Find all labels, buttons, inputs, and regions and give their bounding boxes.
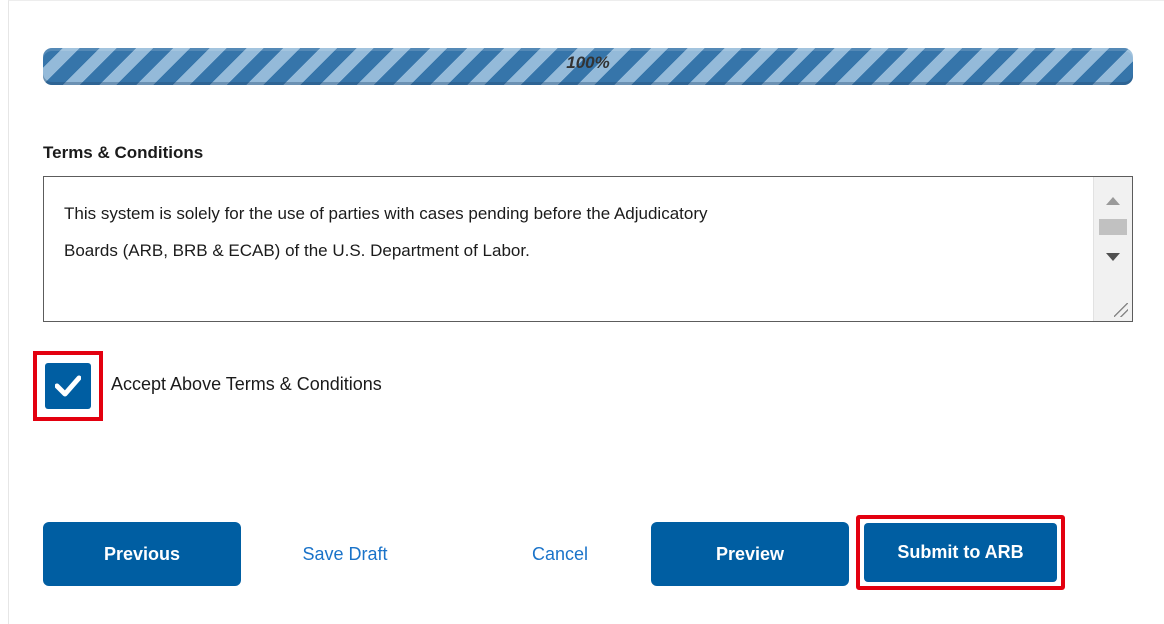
checkmark-icon: [55, 375, 81, 397]
terms-text-line: This system is solely for the use of par…: [64, 204, 708, 223]
arrow-down-icon[interactable]: [1106, 253, 1120, 261]
submit-button-highlight: Submit to ARB: [856, 515, 1065, 590]
progress-bar: 100%: [43, 48, 1133, 85]
terms-scrollbar[interactable]: [1093, 177, 1132, 321]
terms-textarea[interactable]: This system is solely for the use of par…: [43, 176, 1133, 322]
previous-button[interactable]: Previous: [43, 522, 241, 586]
terms-text: This system is solely for the use of par…: [64, 195, 1084, 269]
save-draft-button[interactable]: Save Draft: [270, 522, 420, 586]
preview-button[interactable]: Preview: [651, 522, 849, 586]
terms-text-line: Boards (ARB, BRB & ECAB) of the U.S. Dep…: [64, 241, 530, 260]
submit-button[interactable]: Submit to ARB: [864, 523, 1057, 582]
progress-label: 100%: [566, 52, 610, 72]
accept-checkbox-highlight: [33, 351, 103, 421]
accept-label[interactable]: Accept Above Terms & Conditions: [111, 374, 382, 395]
accept-checkbox[interactable]: [45, 363, 91, 409]
arrow-up-icon[interactable]: [1106, 197, 1120, 205]
resize-grip-icon[interactable]: [1114, 303, 1128, 317]
cancel-button[interactable]: Cancel: [490, 522, 630, 586]
terms-heading: Terms & Conditions: [43, 143, 204, 162]
scroll-thumb[interactable]: [1099, 219, 1127, 235]
